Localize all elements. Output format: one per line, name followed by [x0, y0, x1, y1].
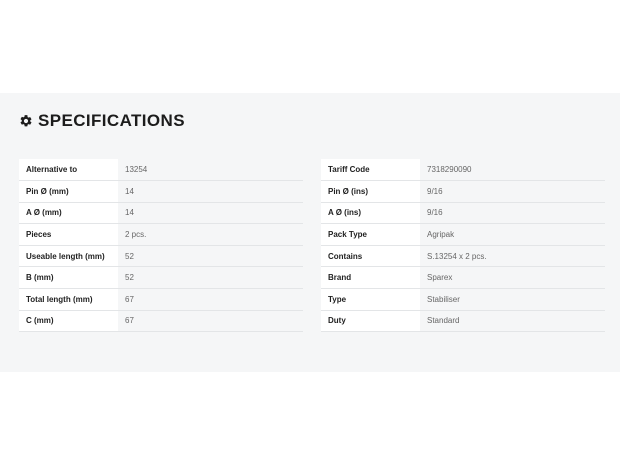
spec-label: Pin Ø (mm): [19, 180, 118, 203]
spec-value: 14: [125, 186, 134, 196]
spec-row: Tariff Code 7318290090: [321, 159, 605, 181]
spec-label: Brand: [321, 266, 420, 289]
spec-value: Sparex: [427, 273, 453, 283]
spec-value: Stabiliser: [427, 294, 460, 304]
spec-row: Pin Ø (mm) 14: [19, 180, 303, 203]
section-title: SPECIFICATIONS: [38, 111, 185, 130]
spec-label: C (mm): [19, 310, 118, 332]
spec-label: Total length (mm): [19, 288, 118, 311]
spec-label: Pieces: [19, 223, 118, 246]
spec-value: 9/16: [427, 186, 443, 196]
spec-row: Duty Standard: [321, 310, 605, 332]
spec-value: 14: [125, 208, 134, 218]
left-spec-table: Alternative to 13254 Pin Ø (mm) 14 A Ø (mm) 1…: [19, 159, 303, 332]
spec-value: 13254: [125, 165, 148, 175]
right-spec-table: Tariff Code 7318290090 Pin Ø (ins) 9/16 A Ø …: [321, 159, 605, 332]
spec-row: Contains S.13254 x 2 pcs.: [321, 245, 605, 267]
spec-value: Agripak: [427, 230, 455, 240]
spec-value: Standard: [427, 316, 460, 326]
spec-row: Pieces 2 pcs.: [19, 223, 303, 246]
spec-row: C (mm) 67: [19, 310, 303, 332]
spec-value: 67: [125, 316, 134, 326]
spec-label: Tariff Code: [321, 159, 420, 181]
spec-label: Pack Type: [321, 223, 420, 246]
spec-row: Pin Ø (ins) 9/16: [321, 180, 605, 203]
spec-row: Alternative to 13254: [19, 159, 303, 181]
spec-label: Contains: [321, 245, 420, 267]
spec-value: 52: [125, 273, 134, 283]
spec-label: Alternative to: [19, 159, 118, 181]
spec-value: S.13254 x 2 pcs.: [427, 251, 487, 261]
spec-row: A Ø (ins) 9/16: [321, 202, 605, 224]
spec-value: 9/16: [427, 208, 443, 218]
spec-row: A Ø (mm) 14: [19, 202, 303, 224]
spec-row: Brand Sparex: [321, 266, 605, 289]
spec-value: 52: [125, 251, 134, 261]
spec-label: A Ø (ins): [321, 202, 420, 224]
gear-icon: [20, 115, 32, 127]
spec-label: Pin Ø (ins): [321, 180, 420, 203]
spec-value: 2 pcs.: [125, 230, 147, 240]
spec-label: Type: [321, 288, 420, 311]
spec-label: A Ø (mm): [19, 202, 118, 224]
spec-row: Total length (mm) 67: [19, 288, 303, 311]
spec-label: Duty: [321, 310, 420, 332]
spec-value: 67: [125, 294, 134, 304]
spec-row: B (mm) 52: [19, 266, 303, 289]
spec-row: Pack Type Agripak: [321, 223, 605, 246]
spec-label: B (mm): [19, 266, 118, 289]
spec-value: 7318290090: [427, 165, 472, 175]
spec-label: Useable length (mm): [19, 245, 118, 267]
spec-row: Type Stabiliser: [321, 288, 605, 311]
specifications-heading: SPECIFICATIONS: [19, 111, 185, 131]
spec-row: Useable length (mm) 52: [19, 245, 303, 267]
